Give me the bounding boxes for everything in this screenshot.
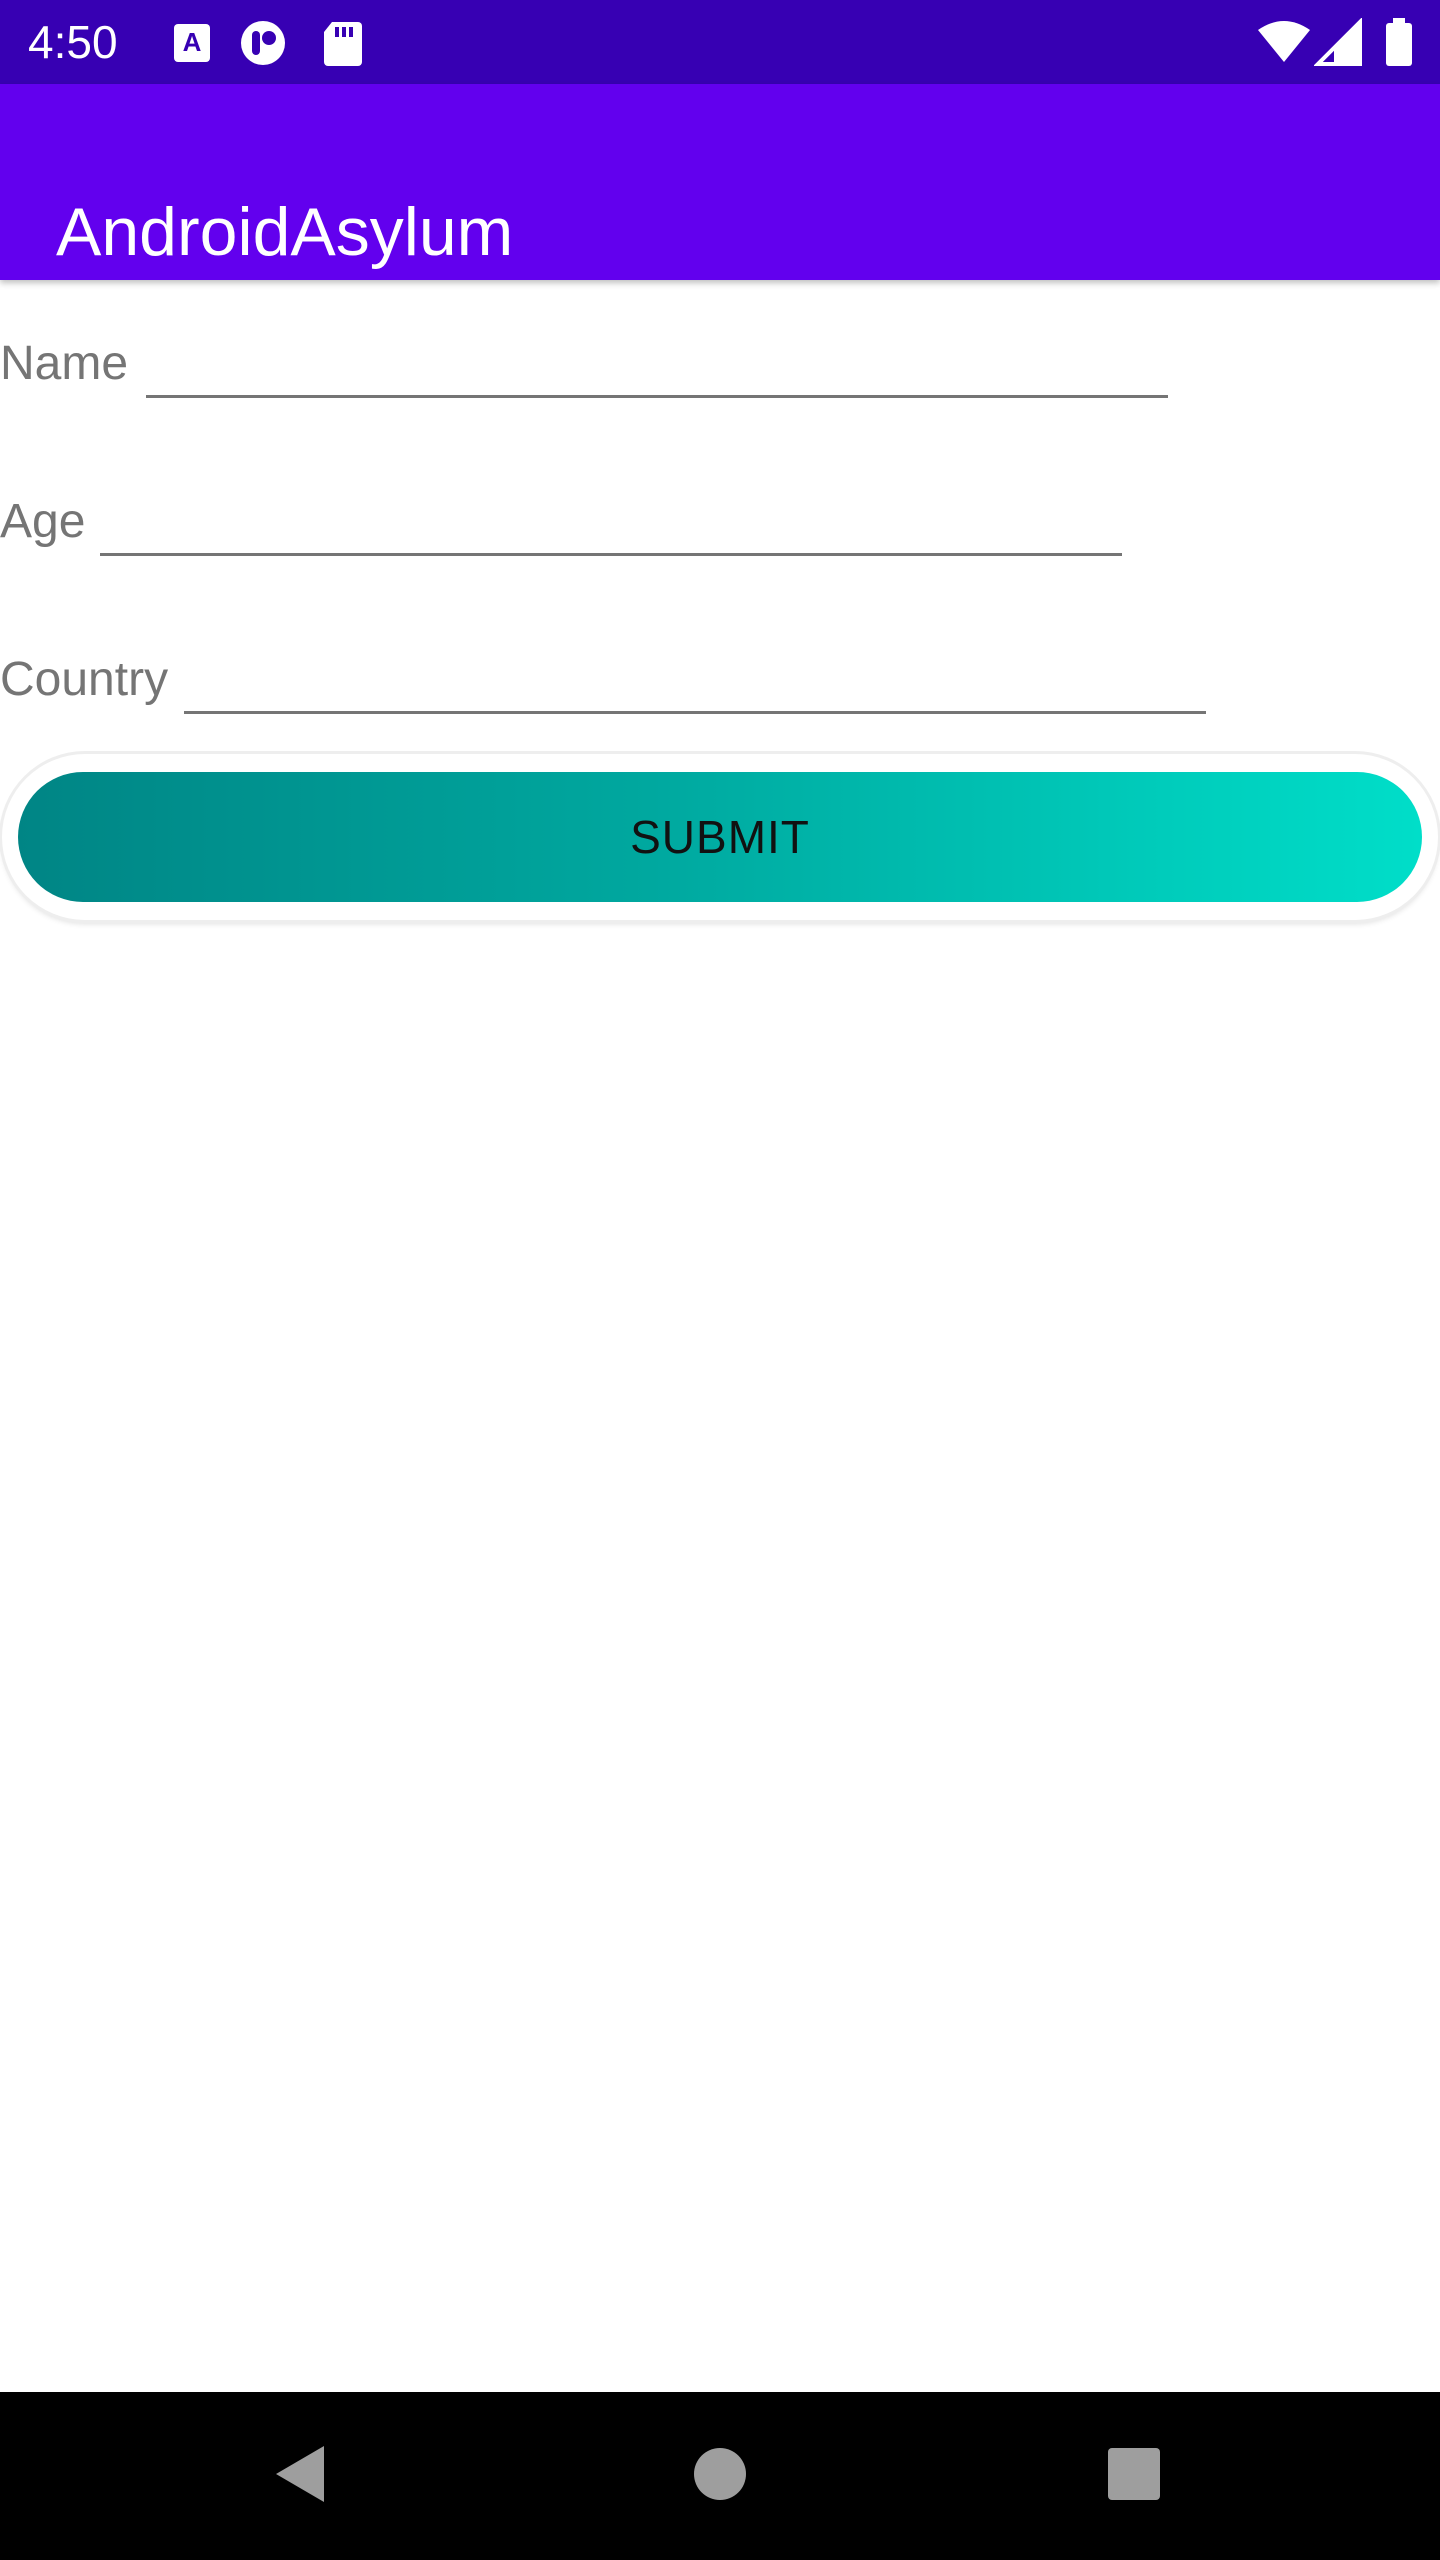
country-field-row: Country [0, 646, 1240, 766]
name-input[interactable] [146, 334, 1168, 398]
recents-icon [1106, 2446, 1162, 2507]
home-button[interactable] [640, 2392, 800, 2560]
submit-button[interactable]: SUBMIT [18, 772, 1422, 902]
app-title: AndroidAsylum [56, 193, 514, 270]
battery-icon [1384, 18, 1414, 68]
sd-card-icon [318, 18, 368, 68]
country-label: Country [0, 653, 169, 706]
signal-icon [1313, 17, 1364, 68]
name-field-row: Name [0, 330, 1200, 450]
country-input[interactable] [184, 650, 1206, 714]
recents-button[interactable] [1054, 2392, 1214, 2560]
keyboard-a-icon: A [168, 18, 218, 68]
app-bar: AndroidAsylum [0, 84, 1440, 280]
home-icon [692, 2446, 748, 2507]
back-icon [270, 2442, 330, 2511]
back-button[interactable] [220, 2392, 380, 2560]
age-label: Age [0, 495, 86, 548]
navigation-bar [0, 2392, 1440, 2560]
age-input[interactable] [100, 492, 1122, 556]
status-time: 4:50 [28, 16, 118, 68]
age-field-row: Age [0, 488, 1200, 608]
name-label: Name [0, 337, 129, 390]
status-bar: 4:50 A [0, 0, 1440, 84]
wifi-icon [1256, 18, 1312, 68]
toggle-icon [238, 18, 288, 68]
svg-text:A: A [183, 27, 202, 57]
